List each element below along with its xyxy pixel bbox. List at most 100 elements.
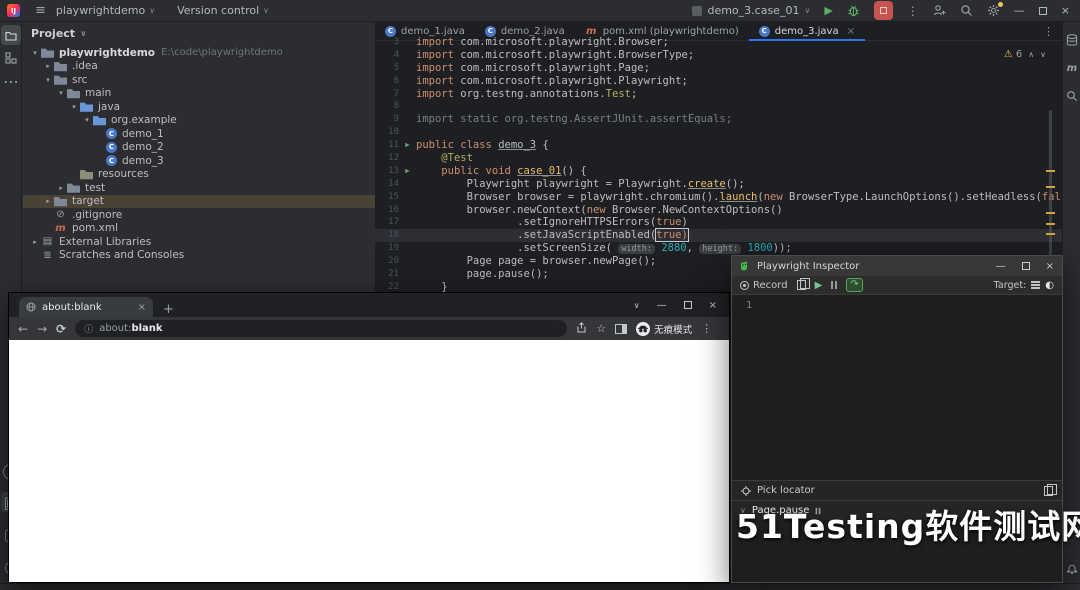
browser-close-button[interactable]: × [709, 300, 717, 311]
browser-menu-icon[interactable]: ⋮ [701, 322, 712, 335]
tab-close-icon[interactable]: × [847, 26, 855, 37]
share-button[interactable] [576, 321, 587, 336]
structure-tool-window-button[interactable] [1, 48, 21, 68]
tree-item[interactable]: ⊘ .gitignore [23, 208, 375, 222]
window-minimize-button[interactable]: — [1014, 4, 1025, 17]
browser-viewport[interactable] [9, 340, 729, 582]
window-maximize-button[interactable] [1038, 6, 1047, 15]
stop-button[interactable] [873, 1, 893, 20]
code-line[interactable]: 3 import com.microsoft.playwright.Browser… [375, 36, 1062, 49]
code-with-me-button[interactable] [933, 4, 946, 17]
address-bar[interactable]: ⓘ about:blank [75, 320, 568, 337]
chevron-right-icon[interactable]: ▸ [29, 238, 41, 246]
code-line[interactable]: 12 @Test [375, 152, 1062, 165]
record-button[interactable]: Record [740, 280, 788, 291]
tree-item[interactable]: Cdemo_3 [23, 154, 375, 168]
tree-item[interactable]: Cdemo_2 [23, 141, 375, 155]
reload-button[interactable]: ⟳ [56, 322, 66, 336]
code-line[interactable]: 16 browser.newContext(new Browser.NewCon… [375, 204, 1062, 217]
inspector-minimize-button[interactable]: — [996, 261, 1006, 272]
run-button[interactable]: ▶ [824, 4, 832, 17]
chevron-down-icon[interactable]: ▾ [42, 76, 54, 84]
database-tool-window-button[interactable] [1063, 30, 1080, 50]
tree-item[interactable]: ▾ src [23, 73, 375, 87]
forward-button[interactable]: → [37, 322, 47, 336]
pause-button[interactable] [831, 281, 838, 289]
tree-item[interactable]: m pom.xml [23, 222, 375, 236]
chevron-right-icon[interactable]: ▸ [42, 62, 54, 70]
tree-item[interactable]: ▾ org.example [23, 114, 375, 128]
tree-item[interactable]: ▸ target [23, 194, 375, 208]
notifications-button[interactable] [1063, 562, 1080, 574]
debug-button[interactable] [847, 4, 860, 17]
prev-problem-icon[interactable]: ∧ [1028, 50, 1034, 59]
copy-icon[interactable] [796, 278, 810, 290]
tree-item[interactable]: ▾ playwrightdemo E:\code\playwrightdemo [23, 46, 375, 60]
project-selector[interactable]: playwrightdemo ∨ [56, 4, 155, 17]
site-info-icon[interactable]: ⓘ [84, 322, 93, 335]
next-problem-icon[interactable]: ∨ [1040, 50, 1046, 59]
code-line[interactable]: 6 import com.microsoft.playwright.Playwri… [375, 75, 1062, 88]
chevron-down-icon[interactable]: ▾ [29, 49, 41, 57]
chevron-down-icon[interactable]: ▾ [55, 89, 67, 97]
resume-button[interactable]: ▶ [815, 280, 823, 291]
code-line[interactable]: 9 import static org.testng.AssertJUnit.as… [375, 113, 1062, 126]
tree-item[interactable]: resources [23, 168, 375, 182]
side-panel-icon[interactable] [615, 323, 628, 334]
project-tool-window-button[interactable] [1, 25, 21, 45]
window-close-button[interactable]: × [1061, 4, 1070, 17]
code-line[interactable]: 14 Playwright playwright = Playwright.cr… [375, 178, 1062, 191]
inspector-source-panel[interactable]: 1 [732, 295, 1062, 480]
new-tab-button[interactable]: + [163, 302, 174, 317]
step-over-button[interactable]: ↷ [846, 278, 863, 292]
chevron-right-icon[interactable]: ▸ [42, 197, 54, 205]
bookmark-button[interactable]: ☆ [596, 322, 606, 335]
project-panel-header[interactable]: Project ∨ [23, 22, 375, 44]
tree-item[interactable]: ▾ main [23, 87, 375, 101]
chevron-down-icon[interactable]: ▾ [81, 116, 93, 124]
code-line[interactable]: 13 ▶ public void case_01() { [375, 165, 1062, 178]
copy-icon[interactable] [1044, 483, 1057, 496]
theme-toggle-icon[interactable]: ◐ [1045, 280, 1054, 291]
code-line[interactable]: 11 ▶ public class demo_3 { [375, 139, 1062, 152]
maven-tool-window-button[interactable]: m [1063, 58, 1080, 78]
run-gutter-icon[interactable]: ▶ [399, 139, 416, 152]
target-language-icon[interactable] [1031, 281, 1041, 289]
tree-item[interactable]: ▾ java [23, 100, 375, 114]
tree-item[interactable]: Cdemo_1 [23, 127, 375, 141]
code-line[interactable]: 10 [375, 126, 1062, 139]
more-actions-icon[interactable]: ⋮ [907, 4, 919, 18]
main-menu-icon[interactable]: ≡ [35, 3, 46, 18]
browser-minimize-button[interactable]: — [657, 300, 667, 311]
code-line[interactable]: 17 .setIgnoreHTTPSErrors(true) [375, 216, 1062, 229]
tree-item[interactable]: ▸ ▤ External Libraries [23, 235, 375, 249]
inspections-widget[interactable]: ⚠ 6 ∧ ∨ [1004, 49, 1046, 60]
back-button[interactable]: ← [18, 322, 28, 336]
code-line[interactable]: 7 import org.testng.annotations.Test; [375, 88, 1062, 101]
chevron-right-icon[interactable]: ▸ [55, 184, 67, 192]
tab-close-icon[interactable]: × [138, 302, 146, 313]
run-configuration-selector[interactable]: demo_3.case_01 ∨ [692, 4, 810, 17]
code-line[interactable]: 18 .setJavaScriptEnabled(true) [375, 228, 1062, 243]
chevron-down-icon[interactable]: ▾ [68, 103, 80, 111]
vcs-selector[interactable]: Version control ∨ [177, 4, 269, 17]
pick-locator-bar[interactable]: Pick locator [732, 480, 1062, 500]
code-line[interactable]: 4 import com.microsoft.playwright.Browser… [375, 49, 1062, 62]
tree-item[interactable]: ≣ Scratches and Consoles [23, 249, 375, 263]
tab-search-icon[interactable]: ∨ [634, 301, 640, 310]
more-tool-windows-button[interactable]: ⋯ [1, 71, 21, 91]
code-line[interactable]: 15 Browser browser = playwright.chromium… [375, 191, 1062, 204]
tree-item[interactable]: ▸ test [23, 181, 375, 195]
browser-maximize-button[interactable] [683, 301, 692, 309]
tree-item[interactable]: ▸ .idea [23, 60, 375, 74]
run-gutter-icon[interactable]: ▶ [399, 165, 416, 178]
inspector-close-button[interactable]: × [1046, 261, 1054, 272]
search-everywhere-button[interactable] [960, 4, 973, 17]
code-line[interactable]: 5 import com.microsoft.playwright.Page; [375, 62, 1062, 75]
find-tool-window-button[interactable] [1063, 86, 1080, 106]
inspector-maximize-button[interactable] [1021, 262, 1030, 270]
code-line[interactable]: 19 .setScreenSize( width: 2880, height: … [375, 242, 1062, 255]
code-line[interactable]: 8 [375, 100, 1062, 113]
browser-tab[interactable]: about:blank × [19, 297, 153, 317]
settings-button[interactable] [987, 2, 1003, 17]
